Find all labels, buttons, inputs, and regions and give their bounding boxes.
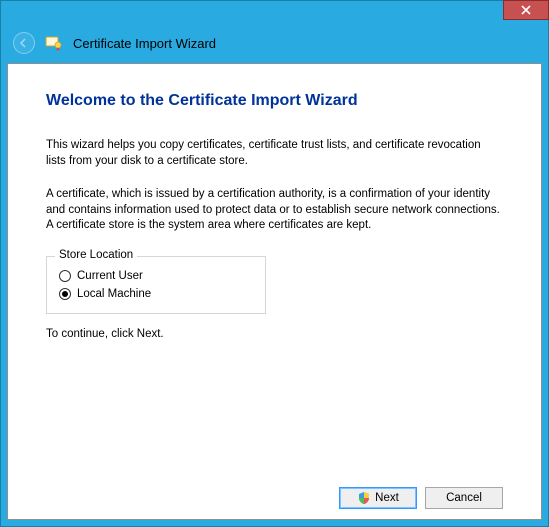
next-button-label: Next	[375, 492, 399, 504]
wizard-content: Welcome to the Certificate Import Wizard…	[7, 63, 542, 520]
page-heading: Welcome to the Certificate Import Wizard	[46, 92, 503, 110]
button-row: Next Cancel	[46, 479, 503, 509]
next-button[interactable]: Next	[339, 487, 417, 509]
radio-label: Current User	[77, 270, 143, 282]
back-arrow-icon	[18, 37, 30, 49]
intro-text: This wizard helps you copy certificates,…	[46, 138, 503, 169]
back-button[interactable]	[13, 32, 35, 54]
cancel-button-label: Cancel	[446, 492, 482, 504]
store-location-legend: Store Location	[55, 249, 137, 261]
store-location-group: Store Location Current User Local Machin…	[46, 256, 266, 314]
radio-label: Local Machine	[77, 288, 151, 300]
uac-shield-icon	[357, 491, 371, 505]
radio-icon	[59, 270, 71, 282]
explanation-text: A certificate, which is issued by a cert…	[46, 187, 503, 234]
radio-current-user[interactable]: Current User	[59, 267, 253, 285]
cancel-button[interactable]: Cancel	[425, 487, 503, 509]
wizard-title: Certificate Import Wizard	[73, 36, 216, 51]
chrome-inner: Certificate Import Wizard Welcome to the…	[7, 23, 542, 520]
certificate-icon	[45, 34, 63, 52]
close-button[interactable]	[503, 0, 549, 20]
radio-local-machine[interactable]: Local Machine	[59, 285, 253, 303]
radio-icon	[59, 288, 71, 300]
continue-hint: To continue, click Next.	[46, 328, 503, 340]
wizard-header: Certificate Import Wizard	[7, 23, 542, 63]
titlebar	[1, 1, 548, 23]
close-icon	[521, 5, 531, 15]
wizard-window: Certificate Import Wizard Welcome to the…	[0, 0, 549, 527]
